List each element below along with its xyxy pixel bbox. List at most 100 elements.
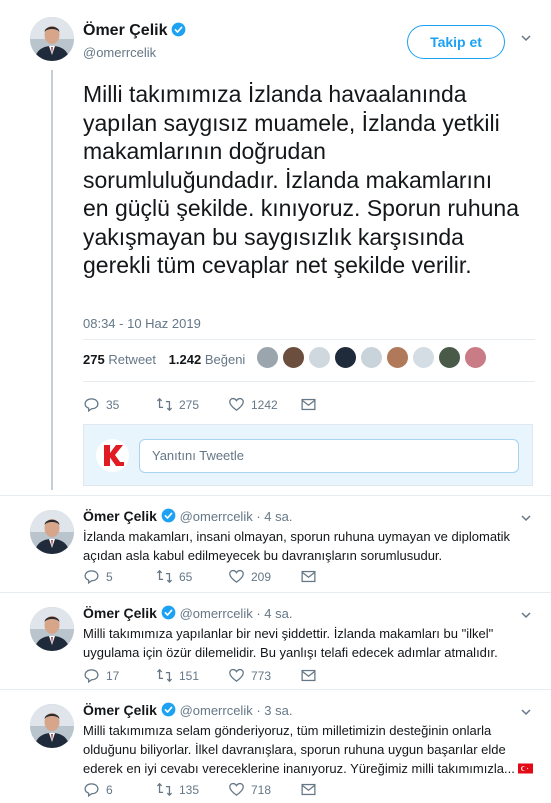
dm-action[interactable] [300, 396, 317, 413]
chevron-down-icon[interactable] [521, 707, 531, 717]
reply-action[interactable]: 6 [83, 781, 113, 798]
author-avatar[interactable] [30, 607, 74, 651]
liker-avatar[interactable] [256, 346, 279, 369]
tweet-text: Milli takımımıza İzlanda havaalanında ya… [83, 81, 519, 278]
divider [83, 381, 535, 382]
engagement-stats: 275 Retweet 1.242 Beğeni [83, 352, 254, 367]
heart-icon [228, 781, 245, 798]
dm-action[interactable] [300, 568, 317, 585]
heart-icon [228, 396, 245, 413]
liker-avatar[interactable] [386, 346, 409, 369]
chevron-down-icon[interactable] [521, 513, 531, 523]
retweet-count: 135 [179, 782, 200, 797]
retweet-label[interactable]: Retweet [108, 352, 156, 367]
reply-action[interactable]: 35 [83, 396, 119, 413]
liker-avatar[interactable] [334, 346, 357, 369]
like-label[interactable]: Beğeni [205, 352, 245, 367]
reply-time[interactable]: · 4 sa. [256, 509, 292, 524]
author-avatar[interactable] [30, 510, 74, 554]
mail-icon [300, 781, 317, 798]
reply-count: 17 [106, 668, 120, 683]
retweet-count[interactable]: 275 [83, 352, 105, 367]
retweet-action[interactable]: 135 [156, 781, 199, 798]
reply-author-name[interactable]: Ömer Çelik [83, 702, 157, 718]
author-avatar[interactable] [30, 704, 74, 748]
retweet-action[interactable]: 151 [156, 667, 199, 684]
heart-icon [228, 568, 245, 585]
reply-tweet[interactable]: Ömer Çelik @omerrcelik · 4 sa. İzlanda m… [0, 495, 551, 592]
k-logo-icon [96, 439, 129, 472]
reply-tweet[interactable]: Ömer Çelik @omerrcelik · 3 sa. Milli tak… [0, 689, 551, 803]
like-count: 773 [251, 668, 272, 683]
tweet-actions: 17 151 773 [83, 667, 523, 687]
reply-count: 35 [106, 397, 120, 412]
like-count: 209 [251, 569, 272, 584]
dm-action[interactable] [300, 667, 317, 684]
verified-badge-icon [161, 605, 176, 620]
reply-author-handle[interactable]: @omerrcelik [180, 509, 253, 524]
liker-avatar[interactable] [360, 346, 383, 369]
reply-author-handle[interactable]: @omerrcelik [180, 703, 253, 718]
like-action[interactable]: 209 [228, 568, 271, 585]
reply-text: Milli takımımıza yapılanlar bir nevi şid… [83, 626, 498, 660]
retweet-icon [156, 781, 173, 798]
reply-icon [83, 568, 100, 585]
retweet-icon [156, 568, 173, 585]
liker-avatar[interactable] [412, 346, 435, 369]
reply-author-handle[interactable]: @omerrcelik [180, 606, 253, 621]
mail-icon [300, 568, 317, 585]
main-tweet: Ömer Çelik @omerrcelik Takip et Milli ta… [0, 0, 551, 490]
like-action[interactable]: 773 [228, 667, 271, 684]
liker-avatar[interactable] [438, 346, 461, 369]
retweet-action[interactable]: 275 [156, 396, 199, 413]
verified-badge-icon [171, 22, 186, 37]
turkish-flag-icon [517, 763, 533, 774]
tweet-actions: 5 65 209 [83, 568, 523, 588]
like-action[interactable]: 1242 [228, 396, 278, 413]
like-action[interactable]: 718 [228, 781, 271, 798]
reply-author-name[interactable]: Ömer Çelik [83, 605, 157, 621]
reply-time[interactable]: · 4 sa. [256, 606, 292, 621]
reply-header: Ömer Çelik @omerrcelik · 3 sa. [83, 702, 292, 718]
dm-action[interactable] [300, 781, 317, 798]
retweet-action-count: 275 [179, 397, 200, 412]
chevron-down-icon[interactable] [521, 33, 531, 43]
reply-composer: Yanıtını Tweetle [83, 424, 533, 486]
divider [83, 339, 535, 340]
author-avatar[interactable] [30, 17, 74, 61]
reply-text: Milli takımımıza selam gönderiyoruz, tüm… [83, 721, 533, 778]
mail-icon [300, 667, 317, 684]
liker-avatar[interactable] [464, 346, 487, 369]
verified-badge-icon [161, 702, 176, 717]
reply-action[interactable]: 5 [83, 568, 113, 585]
viewer-avatar [96, 439, 129, 472]
liker-avatar[interactable] [308, 346, 331, 369]
retweet-count: 65 [179, 569, 193, 584]
reply-count: 6 [106, 782, 113, 797]
reply-author-name[interactable]: Ömer Çelik [83, 508, 157, 524]
author-name[interactable]: Ömer Çelik [83, 22, 167, 39]
reply-header: Ömer Çelik @omerrcelik · 4 sa. [83, 508, 292, 524]
retweet-action[interactable]: 65 [156, 568, 192, 585]
author-name-line[interactable]: Ömer Çelik [83, 22, 186, 40]
reply-count: 5 [106, 569, 113, 584]
reply-icon [83, 667, 100, 684]
tweet-actions: 35 275 1242 [83, 396, 523, 416]
like-action-count: 1242 [251, 397, 278, 412]
heart-icon [228, 667, 245, 684]
like-count[interactable]: 1.242 [169, 352, 202, 367]
retweet-icon [156, 396, 173, 413]
verified-badge-icon [161, 508, 176, 523]
reply-action[interactable]: 17 [83, 667, 119, 684]
author-handle[interactable]: @omerrcelik [83, 45, 156, 60]
reply-time[interactable]: · 3 sa. [256, 703, 292, 718]
mail-icon [300, 396, 317, 413]
reply-tweet[interactable]: Ömer Çelik @omerrcelik · 4 sa. Milli tak… [0, 592, 551, 689]
like-count: 718 [251, 782, 272, 797]
tweet-timestamp[interactable]: 08:34 - 10 Haz 2019 [83, 316, 201, 331]
reply-icon [83, 396, 100, 413]
chevron-down-icon[interactable] [521, 610, 531, 620]
liker-avatar[interactable] [282, 346, 305, 369]
follow-button[interactable]: Takip et [407, 25, 505, 59]
reply-input[interactable]: Yanıtını Tweetle [139, 439, 519, 473]
